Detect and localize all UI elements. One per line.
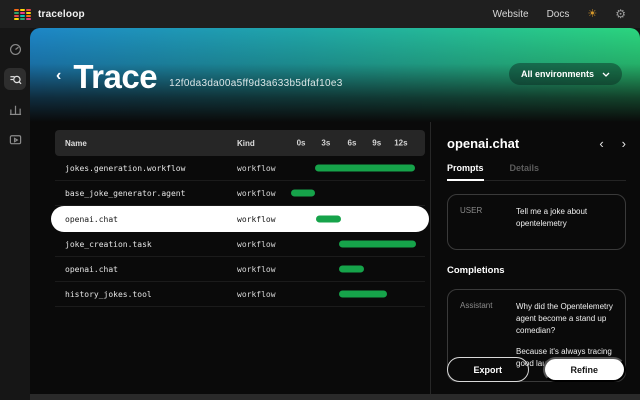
span-name: history_jokes.tool xyxy=(65,290,237,299)
chevron-down-icon xyxy=(602,72,610,77)
trace-id: 12f0da3da00a5ff9d3a633b5dfaf10e3 xyxy=(169,78,342,89)
sidebar xyxy=(0,28,30,400)
span-name: openai.chat xyxy=(65,215,237,224)
timeline-tick: 12s xyxy=(394,139,407,148)
app-window: traceloop Website Docs ☀ ⚙ xyxy=(0,0,640,400)
span-kind: workflow xyxy=(237,215,291,224)
span-name: openai.chat xyxy=(65,265,237,274)
back-button[interactable]: ‹ xyxy=(56,68,61,86)
span-kind: workflow xyxy=(237,240,291,249)
span-kind: workflow xyxy=(237,265,291,274)
tab-details[interactable]: Details xyxy=(510,163,540,180)
span-name: joke_creation.task xyxy=(65,240,237,249)
span-kind: workflow xyxy=(237,189,291,198)
span-kind: workflow xyxy=(237,290,291,299)
span-name: jokes.generation.workflow xyxy=(65,164,237,173)
theme-sun-icon[interactable]: ☀ xyxy=(587,9,597,20)
span-kind: workflow xyxy=(237,164,291,173)
brand-name: traceloop xyxy=(38,9,85,20)
metrics-bar-chart-icon xyxy=(9,103,22,116)
span-row[interactable]: base_joke_generator.agent workflow xyxy=(55,181,425,206)
prev-span-button[interactable]: ‹ xyxy=(599,137,603,150)
tab-prompts[interactable]: Prompts xyxy=(447,163,484,181)
column-header-name: Name xyxy=(65,139,237,148)
environment-dropdown-label: All environments xyxy=(521,69,594,79)
page-title: Trace xyxy=(73,58,157,96)
top-bar: traceloop Website Docs ☀ ⚙ xyxy=(0,0,640,28)
timeline-tick: 3s xyxy=(321,139,330,148)
sidebar-item-traces[interactable] xyxy=(4,68,26,90)
completions-heading: Completions xyxy=(447,265,626,276)
docs-link[interactable]: Docs xyxy=(547,9,570,20)
playground-player-icon xyxy=(9,133,22,146)
environment-dropdown[interactable]: All environments xyxy=(509,63,622,85)
timeline-tick: 0s xyxy=(297,139,306,148)
website-link[interactable]: Website xyxy=(493,9,529,20)
table-header: Name Kind 0s 3s 6s 9s 12s xyxy=(55,130,425,156)
sidebar-item-dashboard[interactable] xyxy=(4,38,26,60)
duration-bar xyxy=(339,266,364,273)
timeline-tick: 6s xyxy=(348,139,357,148)
timeline-tick: 9s xyxy=(372,139,381,148)
detail-title: openai.chat xyxy=(447,136,519,151)
prompt-text: Tell me a joke about opentelemetry xyxy=(516,206,613,238)
duration-bar xyxy=(315,165,415,172)
dashboard-gauge-icon xyxy=(9,43,22,56)
span-row[interactable]: openai.chat workflow xyxy=(55,257,425,282)
timeline-axis: 0s 3s 6s 9s 12s xyxy=(291,130,425,156)
span-row[interactable]: jokes.generation.workflow workflow xyxy=(55,156,425,181)
span-row-selected[interactable]: openai.chat workflow xyxy=(51,206,429,232)
duration-bar xyxy=(316,216,342,223)
sidebar-item-playground[interactable] xyxy=(4,128,26,150)
span-detail-panel: openai.chat ‹ › Prompts Details USER Tel… xyxy=(431,122,640,394)
duration-bar xyxy=(291,190,315,197)
refine-button[interactable]: Refine xyxy=(543,357,627,382)
trace-header: ‹ Trace 12f0da3da00a5ff9d3a633b5dfaf10e3… xyxy=(30,28,640,122)
span-navigation: ‹ › xyxy=(599,137,626,150)
detail-tabs: Prompts Details xyxy=(447,163,626,181)
settings-gear-icon[interactable]: ⚙ xyxy=(615,8,626,20)
top-nav: Website Docs ☀ ⚙ xyxy=(493,8,626,20)
traces-search-icon xyxy=(9,73,22,86)
span-name: base_joke_generator.agent xyxy=(65,189,237,198)
completion-line: Why did the Opentelemetry agent become a… xyxy=(516,301,613,337)
duration-bar xyxy=(339,291,387,298)
detail-header: openai.chat ‹ › xyxy=(447,136,626,151)
bottom-scrollbar[interactable] xyxy=(30,394,640,400)
sidebar-item-metrics[interactable] xyxy=(4,98,26,120)
content-split: Name Kind 0s 3s 6s 9s 12s jokes.generati… xyxy=(30,122,640,394)
span-row[interactable]: joke_creation.task workflow xyxy=(55,232,425,257)
duration-bar xyxy=(339,241,415,248)
prompt-role-label: USER xyxy=(460,206,504,238)
detail-actions: Export Refine xyxy=(447,357,626,382)
traceloop-logo-icon xyxy=(14,9,31,20)
spans-table: Name Kind 0s 3s 6s 9s 12s jokes.generati… xyxy=(30,122,430,394)
main-content: ‹ Trace 12f0da3da00a5ff9d3a633b5dfaf10e3… xyxy=(30,28,640,400)
column-header-kind: Kind xyxy=(237,139,291,148)
next-span-button[interactable]: › xyxy=(622,137,626,150)
span-row[interactable]: history_jokes.tool workflow xyxy=(55,282,425,307)
export-button[interactable]: Export xyxy=(447,357,529,382)
prompt-card: USER Tell me a joke about opentelemetry xyxy=(447,194,626,250)
brand[interactable]: traceloop xyxy=(14,9,85,20)
